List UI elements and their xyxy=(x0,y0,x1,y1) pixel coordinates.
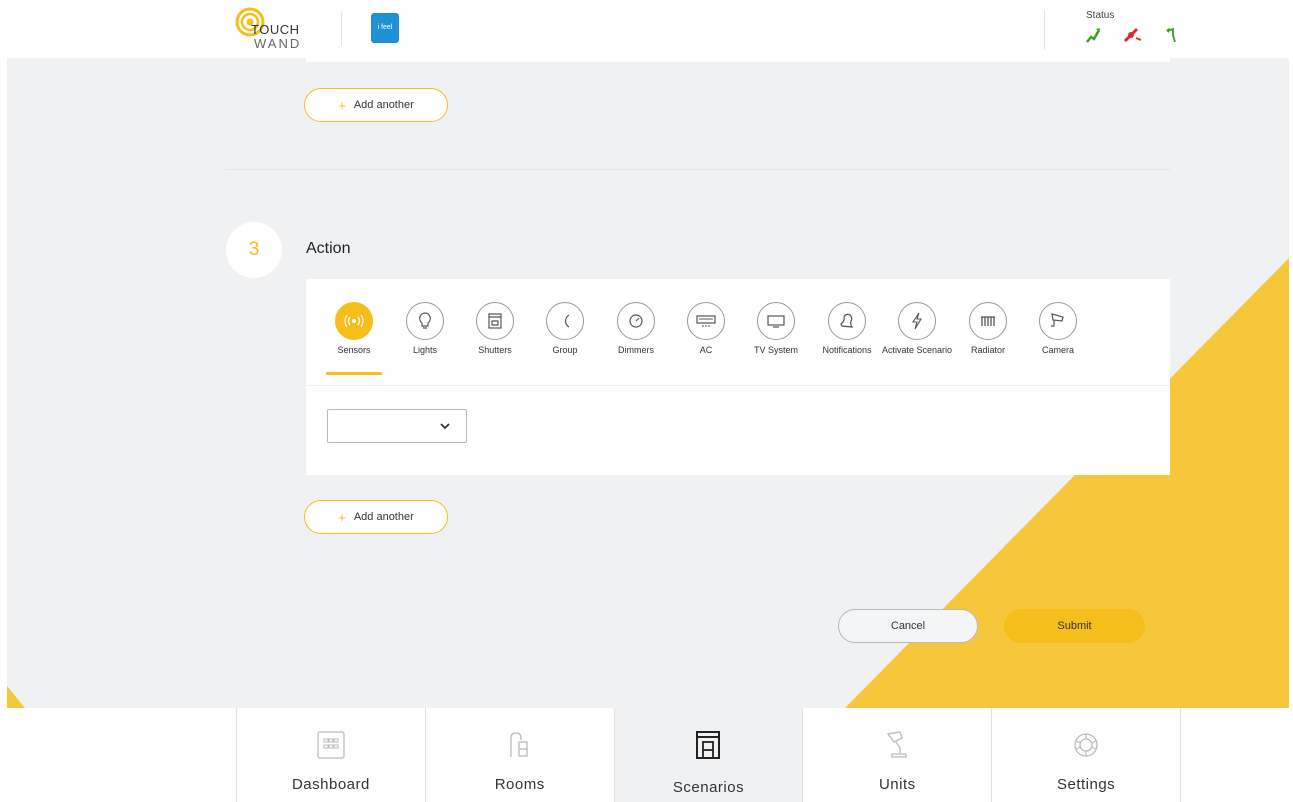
category-label: Notifications xyxy=(822,345,872,355)
ac-icon xyxy=(687,302,725,340)
category-tv-system[interactable]: TV System xyxy=(740,302,812,355)
section-divider xyxy=(225,169,1170,170)
nav-units[interactable]: Units xyxy=(803,708,993,802)
category-notifications[interactable]: Notifications xyxy=(811,302,883,355)
bell-icon xyxy=(828,302,866,340)
scenario-editor: + Add another 3 Action Sensors Lights Sh… xyxy=(7,58,1289,708)
section-title: Action xyxy=(306,240,351,257)
header: TOUCH WAND i feel Status xyxy=(0,0,1293,58)
ifeel-logo[interactable]: i feel xyxy=(371,13,399,43)
shutter-icon xyxy=(476,302,514,340)
arrow-return-icon xyxy=(1164,26,1180,49)
add-another-label: Add another xyxy=(353,511,414,523)
scenarios-icon xyxy=(696,731,721,759)
add-another-action-button[interactable]: + Add another xyxy=(304,500,448,534)
category-label: Shutters xyxy=(478,345,512,355)
touchwand-logo[interactable]: TOUCH WAND xyxy=(234,6,324,54)
group-icon xyxy=(546,302,584,340)
category-lights[interactable]: Lights xyxy=(389,302,461,355)
camera-icon xyxy=(1039,302,1077,340)
category-label: AC xyxy=(699,345,713,355)
nav-label: Rooms xyxy=(494,776,545,793)
nav-label: Scenarios xyxy=(672,779,745,796)
category-activate-scenario[interactable]: Activate Scenario xyxy=(881,302,953,355)
category-group[interactable]: Group xyxy=(529,302,601,355)
header-divider-right xyxy=(1044,10,1045,50)
plug-connected-icon xyxy=(1084,26,1102,49)
nav-label: Units xyxy=(878,776,916,793)
category-dimmers[interactable]: Dimmers xyxy=(600,302,672,355)
logo-line2: WAND xyxy=(254,36,302,51)
category-label: Lights xyxy=(412,345,438,355)
category-sensors[interactable]: Sensors xyxy=(318,302,390,355)
card-divider xyxy=(306,385,1170,386)
nav-label: Dashboard xyxy=(291,776,370,793)
category-radiator[interactable]: Radiator xyxy=(952,302,1024,355)
dimmer-icon xyxy=(617,302,655,340)
action-card: Sensors Lights Shutters Group Dimmers AC… xyxy=(306,279,1170,475)
settings-icon xyxy=(1074,733,1098,757)
category-label: TV System xyxy=(753,345,798,355)
category-shutters[interactable]: Shutters xyxy=(459,302,531,355)
category-label: Sensors xyxy=(337,345,371,355)
cancel-button[interactable]: Cancel xyxy=(838,609,978,643)
nav-dashboard[interactable]: Dashboard xyxy=(237,708,426,802)
category-label: Dimmers xyxy=(618,345,654,355)
nav-rooms[interactable]: Rooms xyxy=(426,708,615,802)
category-ac[interactable]: AC xyxy=(670,302,742,355)
active-category-indicator xyxy=(326,372,382,375)
status-indicators xyxy=(1084,26,1184,46)
rooms-icon xyxy=(510,732,528,757)
submit-button[interactable]: Submit xyxy=(1004,609,1145,643)
units-icon xyxy=(887,731,907,758)
plug-disconnected-icon xyxy=(1122,26,1144,49)
previous-card-edge xyxy=(306,58,1170,62)
sensor-icon xyxy=(335,302,373,340)
nav-label: Settings xyxy=(1056,776,1116,793)
logo-line1: TOUCH xyxy=(251,22,300,37)
bolt-icon xyxy=(898,302,936,340)
chevron-down-icon xyxy=(440,423,450,430)
nav-settings[interactable]: Settings xyxy=(992,708,1180,802)
add-another-label: Add another xyxy=(353,99,414,111)
step-number-badge: 3 xyxy=(226,222,282,278)
status-label: Status xyxy=(1086,10,1115,21)
plus-icon: + xyxy=(338,97,346,113)
header-divider xyxy=(341,12,342,46)
nav-scenarios[interactable]: Scenarios xyxy=(614,708,804,802)
category-label: Activate Scenario xyxy=(881,345,953,355)
bulb-icon xyxy=(406,302,444,340)
category-label: Group xyxy=(552,345,578,355)
radiator-icon xyxy=(969,302,1007,340)
plus-icon: + xyxy=(338,509,346,525)
tv-icon xyxy=(757,302,795,340)
add-another-condition-button[interactable]: + Add another xyxy=(304,88,448,122)
action-device-select[interactable] xyxy=(327,409,467,443)
category-label: Camera xyxy=(1041,345,1074,355)
dashboard-icon xyxy=(317,731,345,759)
category-camera[interactable]: Camera xyxy=(1022,302,1094,355)
bottom-navigation: Dashboard Rooms Scenarios Units Settings xyxy=(236,708,1181,802)
category-label: Radiator xyxy=(970,345,1006,355)
